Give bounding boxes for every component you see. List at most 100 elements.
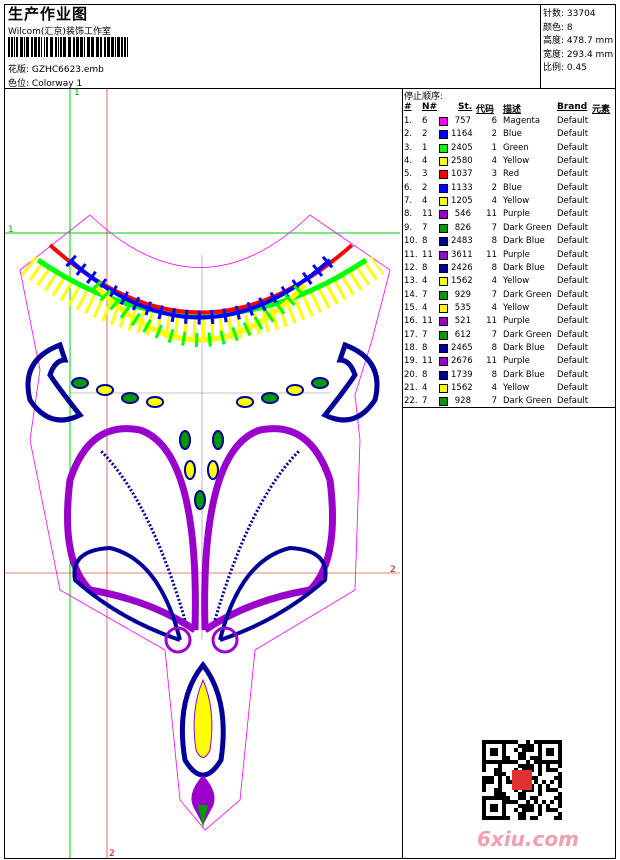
brand: Default [557,342,589,353]
qr-module [494,760,498,764]
qr-module [490,796,494,800]
qr-module [530,804,534,808]
qr-module [558,776,562,780]
qr-module [490,748,494,752]
qr-module [526,804,530,808]
stitch-count: 757 [454,116,471,126]
color-swatch [439,277,448,287]
row-number: 6. [404,182,413,193]
needle: 6 [422,116,428,126]
qr-module [550,780,554,784]
qr-module [498,764,502,768]
brand: Default [557,169,589,180]
row-number: 12. [404,262,418,273]
qr-module [490,760,494,764]
qr-module [482,752,486,756]
needle: 11 [422,249,433,260]
stitch-count: 521 [454,316,471,327]
color-swatch [439,263,448,273]
qr-module [534,800,538,804]
col-header: N# [422,102,438,112]
color-code: 4 [491,196,497,207]
stat-value: 8 [566,22,573,33]
brand: Default [557,262,589,273]
qr-module [522,792,526,796]
stitch-count: 2580 [451,156,473,167]
qr-module [530,756,534,760]
qr-module [486,740,490,744]
qr-module [486,816,490,820]
color-description: Purple [503,209,530,220]
col-header: Brand [557,102,588,112]
qr-module [518,796,522,800]
qr-module [518,752,522,756]
color-code: 3 [491,169,497,180]
qr-module [546,748,550,752]
table-row: 20. 8 1739 8 Dark Blue Default [403,370,615,383]
table-row: 22. 7 928 7 Dark Green Default [403,396,615,409]
qr-module [498,796,502,800]
needle: 11 [422,356,433,367]
qr-module [482,808,486,812]
qr-module [546,740,550,744]
qr-module [486,776,490,780]
row-number: 14. [404,289,418,300]
qr-module [486,796,490,800]
qr-module [506,780,510,784]
qr-module [502,756,506,760]
stitch-count: 928 [454,396,471,407]
color-code: 4 [491,276,497,287]
qr-module [514,748,518,752]
stat-3: 宽度: 293.4 mm [543,47,613,60]
qr-module [502,804,506,808]
row-number: 15. [404,302,418,313]
qr-module [490,740,494,744]
row-number: 22. [404,396,418,407]
color-description: Dark Green [503,329,552,340]
table-row: 13. 4 1562 4 Yellow Default [403,276,615,289]
brand: Default [557,369,589,380]
qr-module [482,764,486,768]
qr-module [546,804,550,808]
qr-module [538,788,542,792]
qr-module [558,752,562,756]
qr-module [518,812,522,816]
qr-module [502,808,506,812]
qr-module [554,816,558,820]
guide-label: 2 [109,849,115,859]
large-paisley [64,425,199,633]
qr-logo [512,770,532,790]
qr-module [530,744,534,748]
brand: Default [557,182,589,193]
needle: 7 [422,289,428,300]
side-paisley [321,341,380,423]
qr-module [550,740,554,744]
color-swatch [439,210,448,220]
color-code: 8 [491,262,497,273]
brand: Default [557,156,589,167]
color-swatch [439,170,448,180]
qr-module [530,816,534,820]
qr-module [546,764,550,768]
embroidery-design: 1 1 2 2 [5,88,400,859]
qr-module [498,816,502,820]
qr-module [558,792,562,796]
color-description: Red [503,169,520,180]
qr-module [558,764,562,768]
qr-module [550,788,554,792]
stat-label: 比例: [543,63,565,73]
needle: 11 [422,316,433,327]
qr-module [494,748,498,752]
brand: Default [557,142,589,153]
table-row: 17. 7 612 7 Dark Green Default [403,330,615,343]
qr-module [558,772,562,776]
qr-module [494,804,498,808]
table-row: 21. 4 1562 4 Yellow Default [403,383,615,396]
brand: Default [557,302,589,313]
color-description: Dark Green [503,222,552,233]
table-row: 19. 11 2676 11 Purple Default [403,356,615,369]
needle: 2 [422,129,428,140]
large-paisley [201,425,336,633]
qr-module [502,760,506,764]
stat-value: 33704 [566,9,596,19]
